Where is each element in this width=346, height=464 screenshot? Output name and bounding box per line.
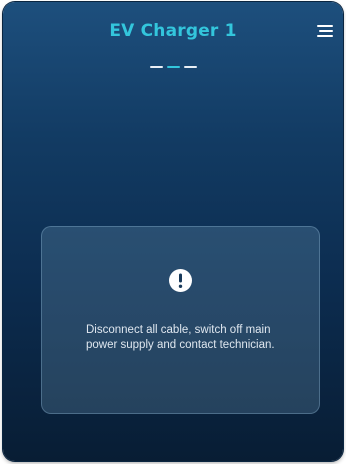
exclamation-circle-icon	[168, 268, 193, 293]
charger-screen: EV Charger 1 Disconnect all cable, switc…	[3, 2, 343, 461]
alert-card: Disconnect all cable, switch off main po…	[41, 226, 320, 414]
page-indicator-dash[interactable]	[149, 66, 163, 68]
alert-message: Disconnect all cable, switch off main po…	[86, 324, 275, 351]
menu-button[interactable]	[315, 23, 335, 39]
page-title: EV Charger 1	[109, 21, 237, 41]
hamburger-menu-icon	[317, 25, 333, 37]
page-indicator	[3, 66, 343, 68]
page-indicator-dash[interactable]	[183, 66, 197, 68]
page-indicator-dash-active[interactable]	[166, 66, 180, 68]
